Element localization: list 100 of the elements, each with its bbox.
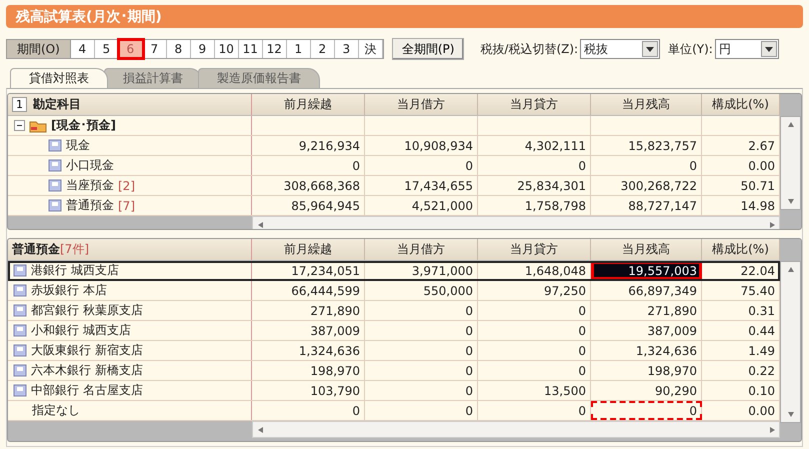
table-cell: 0 bbox=[478, 156, 591, 175]
table-cell[interactable]: 387,009 bbox=[252, 321, 365, 340]
window-title: 残高試算表(月次･期間) bbox=[6, 5, 803, 28]
unit-label: 単位(Y): bbox=[668, 40, 713, 58]
account-name[interactable]: 現金 bbox=[66, 137, 90, 154]
table-cell: 300,268,722 bbox=[591, 176, 702, 195]
table-cell[interactable]: 198,970 bbox=[252, 361, 365, 380]
vertical-scrollbar[interactable] bbox=[780, 261, 801, 423]
collapse-icon[interactable] bbox=[14, 120, 25, 131]
sub-account-name[interactable]: 港銀行 城西支店 bbox=[31, 262, 119, 279]
sub-account-name[interactable]: 中部銀行 名古屋支店 bbox=[31, 382, 143, 399]
table-cell[interactable]: 0 bbox=[365, 321, 478, 340]
sub-account-name[interactable]: 指定なし bbox=[32, 402, 80, 419]
table-cell[interactable]: 0 bbox=[478, 301, 591, 320]
table-cell: 4,521,000 bbox=[365, 196, 478, 215]
table-cell[interactable]: 0 bbox=[478, 341, 591, 360]
table-cell[interactable]: 66,444,599 bbox=[252, 281, 365, 300]
table-cell[interactable]: 19,557,003 bbox=[591, 261, 702, 280]
table-cell[interactable]: 66,897,349 bbox=[591, 281, 702, 300]
group-name[interactable]: [現金･預金] bbox=[51, 117, 116, 134]
table-cell[interactable]: 0 bbox=[591, 401, 702, 420]
table-cell[interactable]: 1,324,636 bbox=[591, 341, 702, 360]
table-cell[interactable]: 0 bbox=[478, 321, 591, 340]
account-name[interactable]: 当座預金 bbox=[66, 177, 114, 194]
ledger-icon bbox=[13, 344, 27, 357]
table-cell[interactable]: 0 bbox=[478, 361, 591, 380]
account-name[interactable]: 小口現金 bbox=[66, 157, 114, 174]
ledger-icon bbox=[13, 324, 27, 337]
all-periods-button[interactable]: 全期間(P) bbox=[392, 38, 464, 60]
caret-icon[interactable] bbox=[764, 44, 774, 54]
column-header: 当月借方 bbox=[365, 94, 478, 115]
column-header: 当月残高 bbox=[591, 239, 702, 260]
column-header: 当月残高 bbox=[591, 94, 702, 115]
table-cell[interactable]: 13,500 bbox=[478, 381, 591, 400]
period-label: 期間(O) bbox=[7, 40, 71, 58]
table-cell[interactable]: 198,970 bbox=[591, 361, 702, 380]
scroll-left-icon[interactable] bbox=[256, 426, 264, 434]
table-cell[interactable]: 0 bbox=[365, 361, 478, 380]
vertical-scrollbar[interactable] bbox=[780, 116, 801, 210]
account-count: [7] bbox=[118, 198, 135, 212]
table-cell: 88,727,147 bbox=[591, 196, 702, 215]
table-cell: 25,834,301 bbox=[478, 176, 591, 195]
table-cell[interactable]: 0 bbox=[365, 301, 478, 320]
level-button[interactable]: 1 bbox=[12, 97, 27, 112]
scroll-up-icon[interactable] bbox=[787, 120, 794, 128]
table-cell: 4,302,111 bbox=[478, 136, 591, 155]
table-cell[interactable]: 0 bbox=[478, 401, 591, 420]
table-cell: 0 bbox=[252, 156, 365, 175]
table-cell[interactable]: 1,324,636 bbox=[252, 341, 365, 360]
table-cell[interactable]: 17,234,051 bbox=[252, 261, 365, 280]
scroll-down-icon[interactable] bbox=[787, 410, 794, 418]
column-header: 当月借方 bbox=[365, 239, 478, 260]
sub-account-name[interactable]: 小和銀行 城西支店 bbox=[31, 322, 131, 339]
ledger-icon bbox=[48, 159, 62, 172]
table-cell[interactable]: 0 bbox=[365, 381, 478, 400]
account-name[interactable]: 普通預金 bbox=[66, 197, 114, 214]
column-header: 勘定科目 bbox=[33, 96, 81, 113]
table-cell[interactable]: 0 bbox=[365, 401, 478, 420]
table-cell: 308,668,368 bbox=[252, 176, 365, 195]
column-header: 当月貸方 bbox=[478, 239, 591, 260]
tab[interactable]: 製造原価報告書 bbox=[198, 68, 320, 88]
detail-count: [7件] bbox=[60, 241, 89, 258]
ledger-icon bbox=[48, 139, 62, 152]
sub-account-name[interactable]: 大阪東銀行 新宿支店 bbox=[31, 342, 143, 359]
table-cell: 10,908,934 bbox=[365, 136, 478, 155]
horizontal-scrollbar[interactable] bbox=[252, 421, 780, 438]
table-cell[interactable]: 97,250 bbox=[478, 281, 591, 300]
table-cell[interactable]: 387,009 bbox=[591, 321, 702, 340]
detail-title: 普通預金 bbox=[12, 241, 60, 258]
table-cell: 0 bbox=[591, 156, 702, 175]
ledger-icon bbox=[13, 384, 27, 397]
tax-dropdown[interactable]: 税抜 bbox=[580, 39, 660, 59]
table-cell[interactable]: 550,000 bbox=[365, 281, 478, 300]
folder-icon bbox=[29, 118, 47, 132]
unit-dropdown[interactable]: 円 bbox=[714, 39, 779, 59]
table-cell[interactable]: 90,290 bbox=[591, 381, 702, 400]
table-cell[interactable]: 0 bbox=[365, 341, 478, 360]
table-cell[interactable]: 271,890 bbox=[591, 301, 702, 320]
scroll-right-icon[interactable] bbox=[768, 426, 776, 434]
tab[interactable]: 貸借対照表 bbox=[10, 68, 108, 88]
table-cell[interactable]: 103,790 bbox=[252, 381, 365, 400]
scroll-up-icon[interactable] bbox=[787, 266, 794, 274]
table-cell[interactable]: 271,890 bbox=[252, 301, 365, 320]
sub-account-name[interactable]: 都宮銀行 秋葉原支店 bbox=[31, 302, 143, 319]
table-cell: 15,823,757 bbox=[591, 136, 702, 155]
table-cell[interactable]: 0 bbox=[252, 401, 365, 420]
caret-icon[interactable] bbox=[645, 44, 656, 54]
sub-account-name[interactable]: 六本木銀行 新橋支店 bbox=[31, 362, 143, 379]
ledger-icon bbox=[13, 304, 27, 317]
scroll-left-icon[interactable] bbox=[256, 220, 264, 228]
scroll-right-icon[interactable] bbox=[768, 220, 776, 228]
horizontal-scrollbar[interactable] bbox=[252, 216, 780, 229]
ledger-icon bbox=[48, 179, 62, 192]
column-header: 前月繰越 bbox=[252, 94, 365, 115]
ledger-icon bbox=[48, 199, 62, 212]
tax-label: 税抜/税込切替(Z): bbox=[480, 40, 578, 58]
table-cell[interactable]: 3,971,000 bbox=[365, 261, 478, 280]
column-header: 前月繰越 bbox=[252, 239, 365, 260]
sub-account-name[interactable]: 赤坂銀行 本店 bbox=[31, 282, 107, 299]
scroll-down-icon[interactable] bbox=[787, 198, 794, 206]
